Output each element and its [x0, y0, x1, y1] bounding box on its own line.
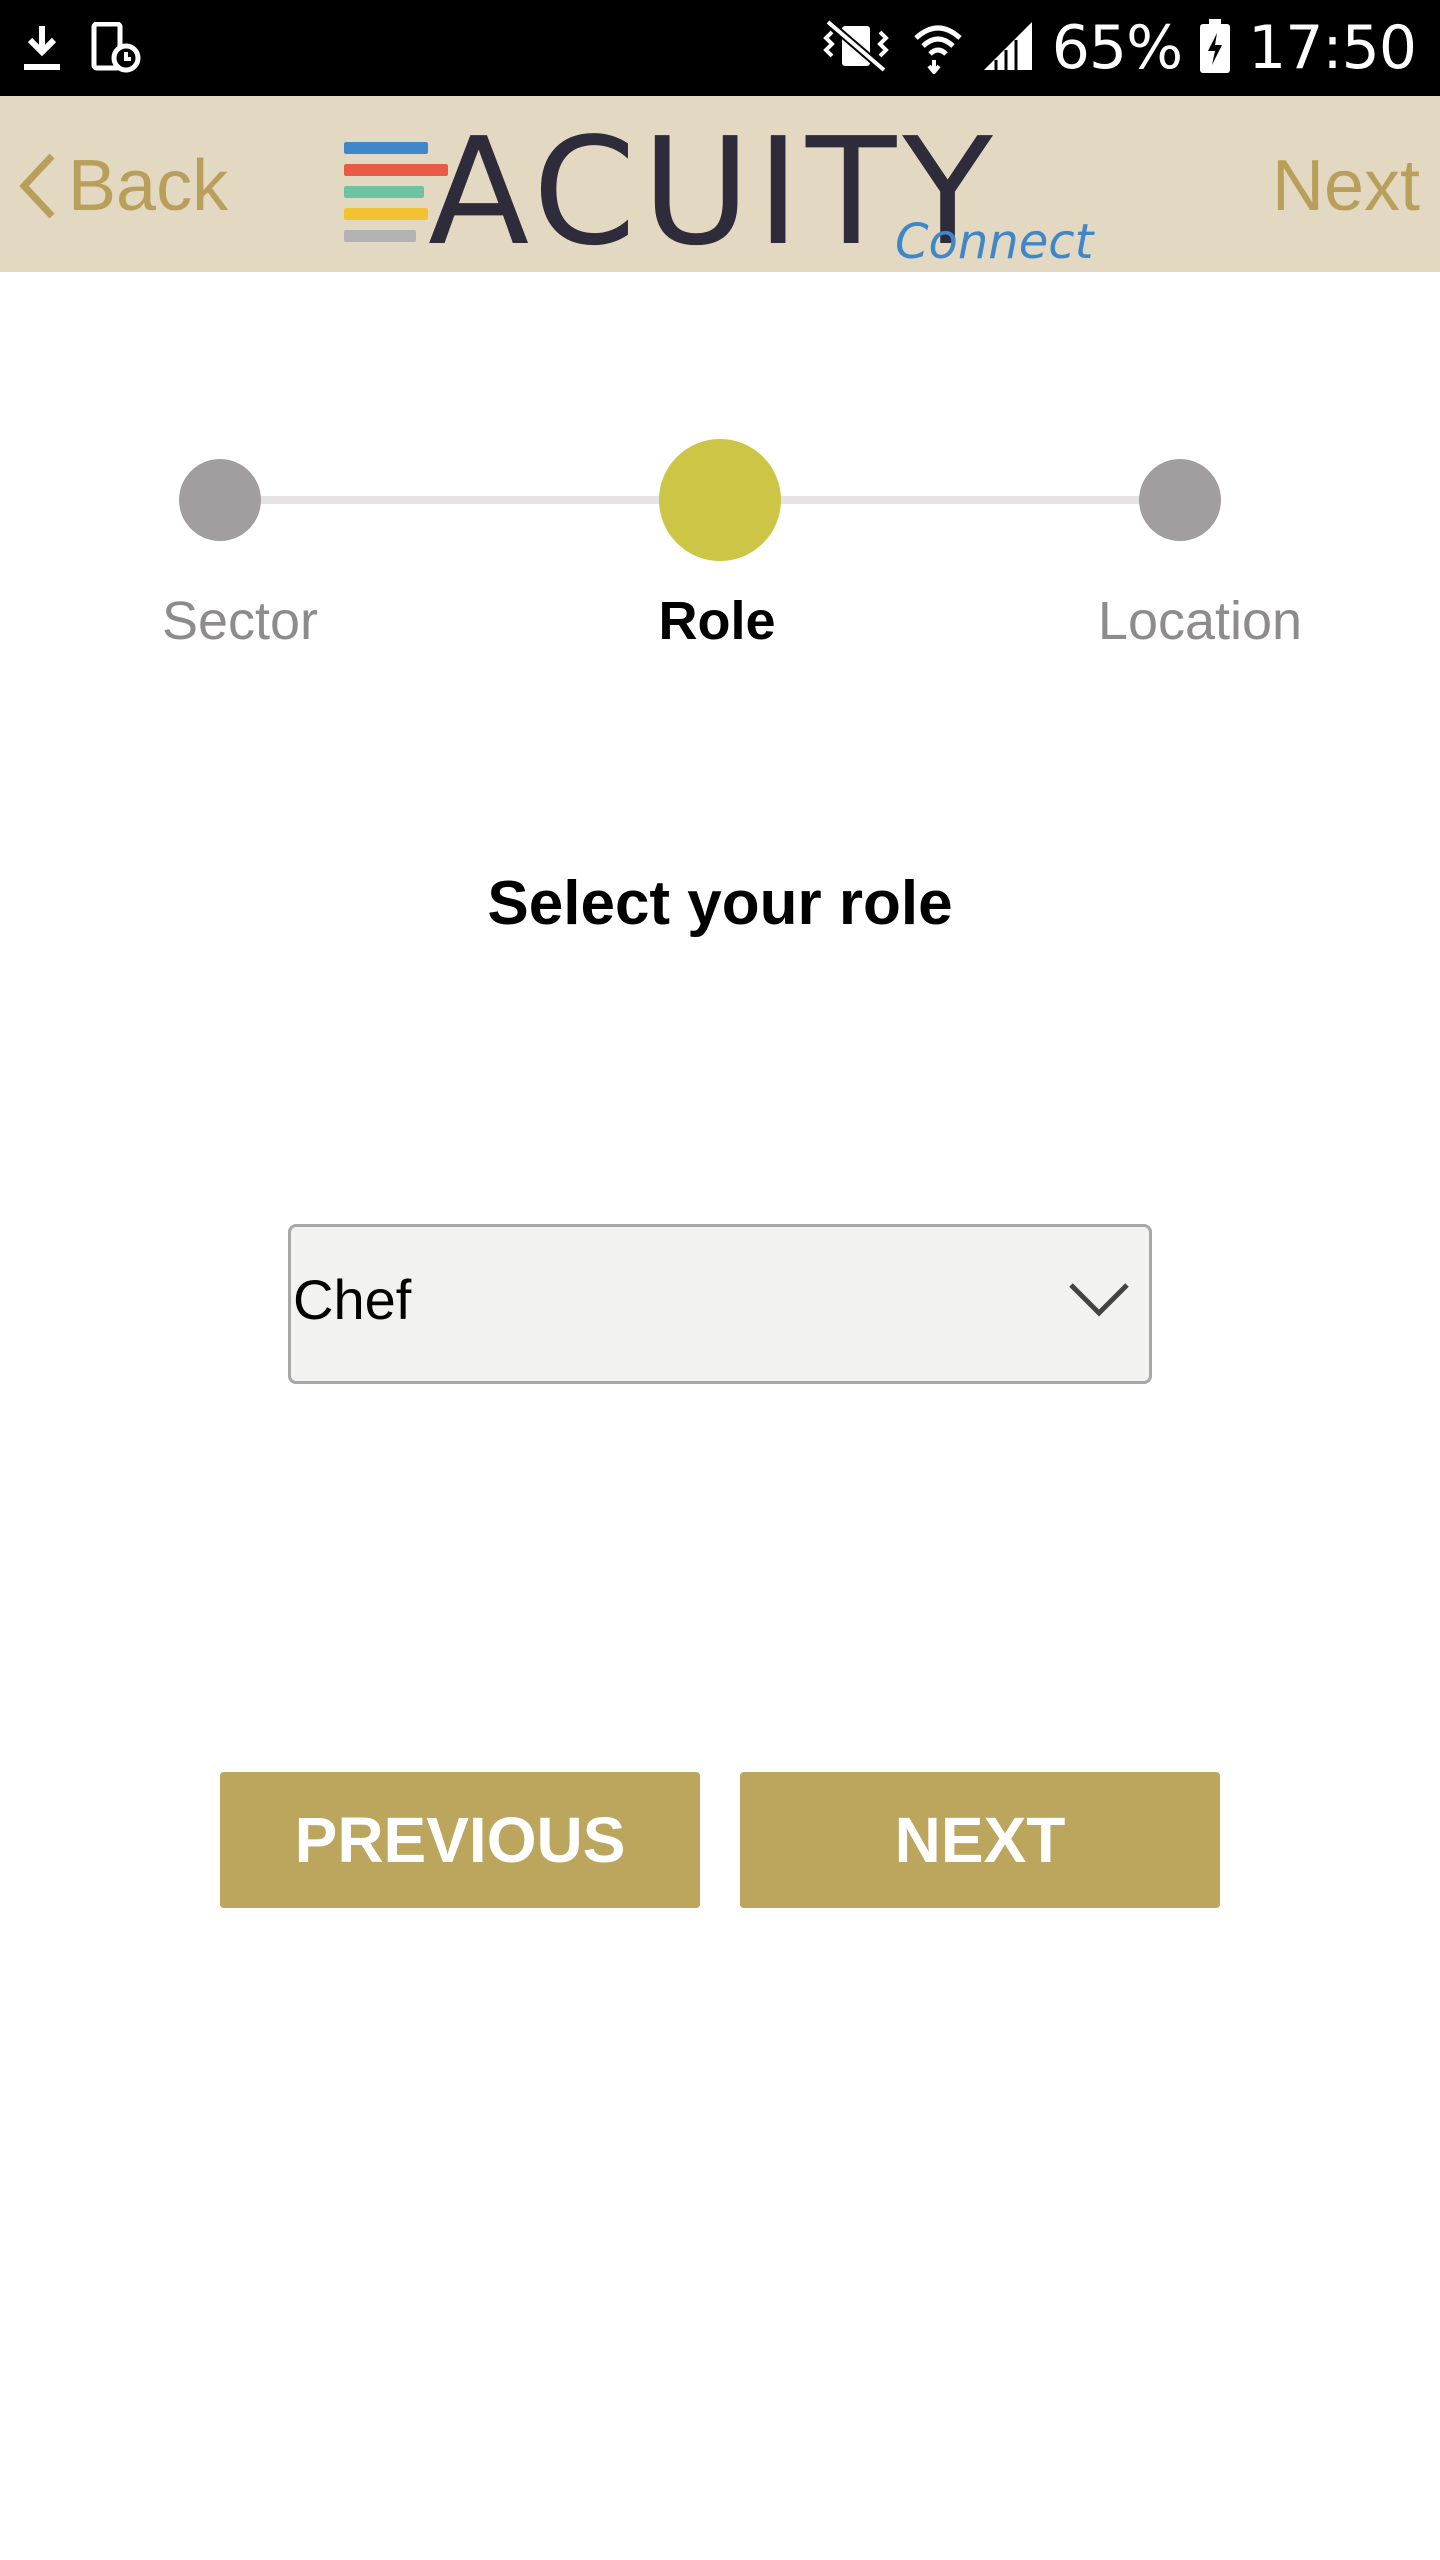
step-label-sector: Sector	[161, 591, 319, 651]
previous-button-label: PREVIOUS	[294, 1804, 626, 1876]
acuity-logo: ACUITY Connect	[340, 118, 1100, 270]
page-title: Select your role	[487, 869, 953, 938]
step-dot-sector	[179, 459, 261, 541]
role-select-value: Chef	[293, 1268, 412, 1331]
back-label: Back	[68, 146, 229, 226]
battery-charging-icon	[1200, 18, 1231, 78]
download-icon	[20, 22, 64, 79]
screenshot-icon	[90, 21, 142, 79]
logo-subtext: Connect	[895, 214, 1094, 270]
clock: 17:50	[1248, 13, 1417, 83]
app-header: Back ACUITY Connect Next	[0, 96, 1440, 272]
header-next-label: Next	[1271, 146, 1420, 226]
step-label-role: Role	[658, 591, 776, 651]
header-next-button[interactable]: Next	[1272, 146, 1420, 226]
step-dot-role	[659, 439, 781, 561]
wifi-icon	[912, 18, 964, 79]
role-select[interactable]: Chef	[288, 1224, 1152, 1384]
vibrate-mute-icon	[818, 18, 894, 79]
previous-button[interactable]: PREVIOUS	[220, 1772, 700, 1908]
status-right-icons: 65% 17:50	[818, 0, 1417, 96]
back-button[interactable]: Back	[18, 146, 228, 226]
progress-stepper: Sector Role Location	[0, 430, 1440, 670]
step-label-location: Location	[1097, 591, 1303, 651]
chevron-down-icon	[1069, 1283, 1129, 1317]
next-button[interactable]: NEXT	[740, 1772, 1220, 1908]
status-left-icons	[20, 21, 142, 79]
cell-signal-icon	[982, 20, 1034, 77]
battery-percent: 65%	[1051, 13, 1183, 83]
chevron-left-icon	[19, 153, 55, 219]
next-button-label: NEXT	[894, 1804, 1066, 1876]
status-bar: 65% 17:50	[0, 0, 1440, 96]
step-dot-location	[1139, 459, 1221, 541]
